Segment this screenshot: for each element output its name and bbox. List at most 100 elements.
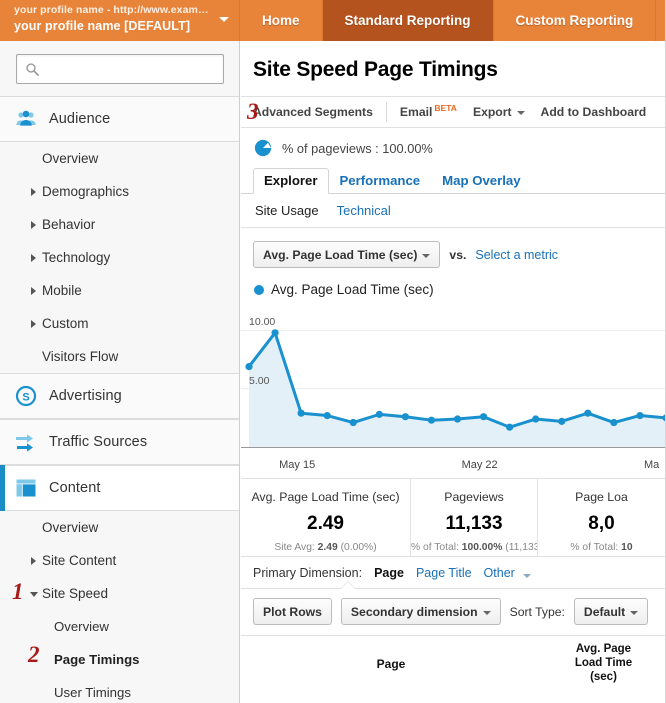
sidebar-item-behavior[interactable]: Behavior (0, 208, 239, 241)
metric-card-sub-prefix: Site Avg: (274, 542, 318, 553)
primary-dimension-label: Primary Dimension: (253, 566, 363, 580)
sidebar-item-mobile[interactable]: Mobile (0, 274, 239, 307)
metric-dropdown[interactable]: Avg. Page Load Time (sec) (253, 241, 441, 268)
sidebar-section-label: Audience (49, 111, 111, 127)
annotation-1: 1 (12, 579, 24, 604)
metric-dropdown-label: Avg. Page Load Time (sec) (263, 247, 418, 262)
nav-tab-standard-reporting[interactable]: Standard Reporting (322, 0, 494, 41)
sidebar-section-advertising[interactable]: S Advertising (0, 373, 239, 419)
svg-text:S: S (22, 391, 29, 403)
tab-explorer[interactable]: Explorer (253, 168, 329, 194)
metric-card-title: Page Loa (575, 490, 628, 504)
column-header-avg-page-load-time[interactable]: Avg. Page Load Time (sec) (541, 636, 666, 691)
metric-card: Page Loa 8,0 % of Total: 10 (538, 479, 665, 556)
search-box[interactable] (16, 54, 224, 84)
pie-chart-icon (254, 139, 272, 157)
chevron-right-icon (31, 254, 36, 262)
sidebar-item-user-timings[interactable]: User Timings (0, 676, 239, 703)
metric-card-value: 2.49 (307, 513, 344, 534)
metric-card: Avg. Page Load Time (sec) 2.49 Site Avg:… (241, 479, 411, 556)
sidebar-item-visitors-flow[interactable]: Visitors Flow (0, 340, 239, 373)
sidebar-item-label: Visitors Flow (42, 349, 119, 364)
sidebar-item-label: Site Speed (42, 586, 109, 601)
sidebar-item-label: Behavior (42, 217, 96, 232)
table-header: Page Avg. Page Load Time (sec) (241, 635, 666, 691)
export-label: Export (472, 105, 512, 119)
chevron-down-icon (422, 253, 431, 258)
profile-selector[interactable]: your profile name - http://www.exam… you… (0, 0, 240, 41)
nav-tab-custom-reporting[interactable]: Custom Reporting (494, 0, 657, 41)
pageviews-percent-row: % of pageviews : 100.00% (241, 128, 666, 166)
search-icon (26, 63, 39, 76)
metric-card-sub-prefix: % of Total: (570, 542, 622, 553)
sidebar-section-label: Traffic Sources (49, 434, 148, 450)
sidebar-section-content[interactable]: Content (0, 465, 239, 511)
primary-dimension-page-title[interactable]: Page Title (416, 566, 472, 580)
sort-type-dropdown[interactable]: Default (573, 598, 649, 625)
sidebar-item-site-content[interactable]: Site Content (0, 544, 239, 577)
subtab-site-usage[interactable]: Site Usage (255, 203, 319, 218)
sidebar-item-label: Overview (42, 520, 99, 535)
sort-type-label: Sort Type: (509, 604, 565, 619)
vs-label: vs. (449, 247, 467, 262)
sidebar-item-label: Overview (54, 619, 109, 634)
subtab-technical[interactable]: Technical (337, 203, 391, 218)
sidebar-item-label: User Timings (54, 685, 131, 700)
sidebar-section-traffic-sources[interactable]: Traffic Sources (0, 419, 239, 465)
action-bar: 3 Advanced Segments Email BETA Export Ad… (241, 96, 666, 128)
metric-cards: Avg. Page Load Time (sec) 2.49 Site Avg:… (241, 479, 666, 557)
sidebar-item-custom[interactable]: Custom (0, 307, 239, 340)
x-axis-tick-label: Ma (644, 459, 660, 471)
metric-card-sub-suffix: (0.00%) (337, 542, 377, 553)
select-a-metric-link[interactable]: Select a metric (475, 248, 558, 262)
annotation-3: 3 (247, 99, 259, 124)
tab-map-overlay[interactable]: Map Overlay (431, 168, 531, 194)
sidebar-item-demographics[interactable]: Demographics (0, 175, 239, 208)
metric-card-sub-bold: 10 (621, 542, 633, 553)
legend-label: Avg. Page Load Time (sec) (271, 282, 434, 297)
nav-tab-home[interactable]: Home (240, 0, 323, 41)
column-header-line1: Avg. Page (575, 643, 632, 655)
sidebar-search-wrap (0, 41, 239, 96)
pageviews-percent-text: % of pageviews : 100.00% (282, 140, 433, 156)
top-bar: your profile name - http://www.exam… you… (0, 0, 666, 41)
line-chart[interactable]: 10.00 5.00 (241, 301, 666, 459)
primary-dimension-other[interactable]: Other (484, 566, 532, 580)
x-axis: May 15 May 22 Ma (241, 459, 666, 479)
add-to-dashboard-button[interactable]: Add to Dashboard (541, 105, 647, 119)
metric-card-subtext: % of Total: 100.00% (11,133) (411, 542, 537, 553)
sidebar-item-page-timings[interactable]: 2 Page Timings (0, 643, 239, 676)
sidebar-item-label: Technology (42, 250, 111, 265)
metric-selector-row: Avg. Page Load Time (sec) vs. Select a m… (241, 228, 666, 279)
sidebar-item-overview[interactable]: Overview (0, 142, 239, 175)
search-input[interactable] (45, 55, 217, 83)
sidebar-item-site-speed[interactable]: 1 Site Speed (0, 577, 239, 610)
chevron-down-icon (516, 111, 525, 115)
advanced-segments-button[interactable]: Advanced Segments (253, 105, 373, 119)
export-button[interactable]: Export (473, 105, 525, 119)
column-header-page[interactable]: Page (241, 636, 541, 691)
sidebar-item-site-speed-overview[interactable]: Overview (0, 610, 239, 643)
sidebar-item-technology[interactable]: Technology (0, 241, 239, 274)
column-header-line3: (sec) (590, 671, 617, 683)
primary-dimension-row: Primary Dimension: Page Page Title Other (241, 557, 666, 589)
metric-card-subtext: % of Total: 10 (538, 542, 665, 553)
chart-legend: Avg. Page Load Time (sec) (241, 279, 666, 301)
advertising-icon: S (15, 385, 37, 407)
secondary-dimension-dropdown[interactable]: Secondary dimension (340, 598, 501, 625)
tab-performance[interactable]: Performance (329, 168, 432, 194)
sidebar-item-label: Site Content (42, 553, 117, 568)
y-axis-tick-10: 10.00 (249, 316, 276, 329)
chevron-down-icon[interactable] (219, 17, 229, 22)
sidebar-section-audience[interactable]: Audience (0, 96, 239, 142)
sidebar-section-label: Advertising (49, 388, 122, 404)
plot-rows-button[interactable]: Plot Rows (253, 598, 332, 625)
metric-card: Pageviews 11,133 % of Total: 100.00% (11… (411, 479, 538, 556)
primary-dimension-page[interactable]: Page (374, 566, 404, 580)
sidebar-item-label: Overview (42, 151, 99, 166)
table-tools-row: Plot Rows Secondary dimension Sort Type:… (241, 589, 666, 635)
main-nav-tabs: Home Standard Reporting Custom Reporting (240, 0, 657, 41)
sidebar-item-content-overview[interactable]: Overview (0, 511, 239, 544)
chevron-down-icon (30, 592, 38, 601)
email-button[interactable]: Email BETA (400, 103, 457, 119)
